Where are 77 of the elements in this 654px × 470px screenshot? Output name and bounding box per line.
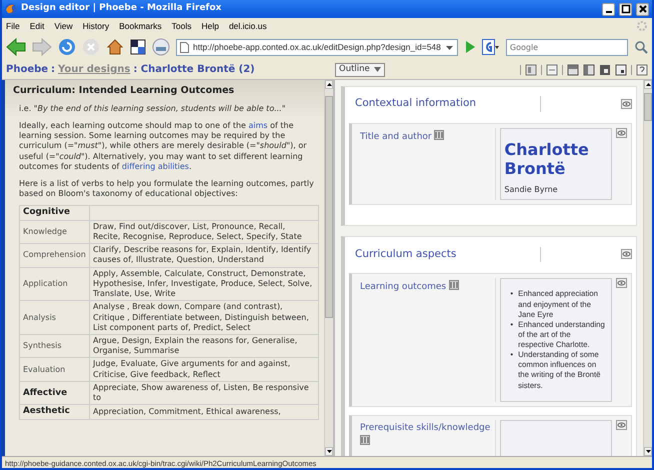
category-cell: Analysis — [20, 300, 90, 334]
scroll-thumb[interactable] — [325, 96, 333, 318]
reload-icon[interactable] — [58, 38, 76, 56]
category-cell: Affective — [20, 381, 90, 405]
verbs-intro: Here is a list of verbs to help you formulate the learning outcomes, partly based on Bloom's taxonomy of educational objectives: — [19, 178, 314, 200]
columns-icon[interactable] — [525, 64, 537, 76]
menu-item[interactable]: Tools — [172, 20, 192, 32]
side-panel-icon[interactable] — [583, 64, 595, 76]
verbs-cell: Appreciate, Show awareness of, Listen, Be responsive to — [90, 381, 318, 405]
category-cell: Aesthetic — [20, 404, 90, 420]
browser-logo-icon — [5, 3, 17, 15]
search-icon[interactable] — [634, 40, 648, 54]
caret-icon — [374, 67, 381, 72]
page-icon — [180, 42, 189, 52]
guidance-paragraph: Ideally, each learning outcome should map to one of the aims of the learning session. Some learning outcomes may be required by the curriculum (="must"), while others are merely desirable (="should"), or useful (="could"). Alternatively, you may want to set different learning outcomes for students of differing abilities. — [19, 120, 308, 173]
back-icon[interactable] — [6, 38, 26, 56]
top-panel-icon[interactable] — [567, 64, 579, 76]
help-icon[interactable] — [636, 64, 648, 76]
eye-icon[interactable] — [616, 420, 627, 430]
guidance-link[interactable]: aims — [248, 120, 268, 130]
verbs-cell: Judge, Evaluate, Give arguments for and against, Criticise, Give feedback, Reflect — [90, 358, 318, 382]
verbs-cell: Appreciation, Commitment, Ethical awareness, — [90, 404, 318, 420]
category-cell: Knowledge — [20, 220, 90, 244]
eye-icon[interactable] — [616, 128, 627, 138]
maximize-icon — [620, 4, 630, 14]
breadcrumb-separator: : — [51, 63, 56, 77]
search-engine-icon[interactable] — [482, 39, 500, 55]
category-cell: Synthesis — [20, 334, 90, 358]
menu-item[interactable]: Edit — [30, 20, 44, 32]
category-cell: Comprehension — [20, 244, 90, 268]
menu-item[interactable]: del.icio.us — [228, 20, 267, 32]
scroll-thumb[interactable] — [644, 92, 652, 122]
large-square-icon[interactable] — [599, 64, 611, 76]
search-field[interactable]: Google — [506, 38, 628, 56]
scroll-up-icon[interactable] — [326, 81, 333, 88]
minimize-icon — [606, 11, 612, 13]
small-square-icon[interactable] — [615, 64, 627, 76]
maximize-button[interactable] — [619, 2, 632, 16]
section-title: Curriculum aspects — [349, 246, 541, 262]
verbs-cell: Argue, Design, Explain the reasons for, Generalise, Organise, Summarise — [90, 334, 318, 358]
close-icon — [638, 4, 648, 14]
eye-icon[interactable] — [621, 249, 632, 260]
verbs-cell: Analyse , Break down, Compare (and contrast), Critique , Differentiate between, Distinguish between, List component parts of, Predict, Select — [90, 300, 318, 334]
item-label[interactable]: Prerequisite skills/knowledge — [360, 422, 490, 433]
address-field[interactable]: http://phoebe-app.conted.ox.ac.uk/editDesign.php?design_id=548 — [176, 38, 458, 56]
guidance-heading: Curriculum: Intended Learning Outcomes — [13, 84, 236, 98]
author-name: Sandie Byrne — [504, 184, 559, 196]
eye-icon[interactable] — [616, 278, 627, 288]
category-cell: Evaluation — [20, 358, 90, 382]
verbs-cell: Clarify, Describe reasons for, Explain, Identify, Identify causes of, Illustrate, Question, Understand — [90, 244, 318, 268]
menu-item[interactable]: Help — [201, 20, 219, 32]
menu-item[interactable]: View — [54, 20, 73, 32]
intro-text: i.e. "By the end of this learning session, students will be able to..." — [19, 104, 287, 115]
section-title: Contextual information — [349, 96, 541, 112]
window-title: Design editor | Phoebe - Mozilla Firefox — [21, 2, 222, 16]
throbber-icon — [636, 20, 648, 32]
category-cell: Application — [20, 267, 90, 301]
category-cell: Cognitive — [20, 206, 90, 220]
eye-icon[interactable] — [621, 99, 632, 109]
view-select[interactable]: Outline — [335, 62, 385, 76]
guidance-link[interactable]: differing abilities — [122, 162, 189, 172]
home-icon[interactable] — [106, 38, 124, 56]
menu-item[interactable]: File — [6, 20, 20, 32]
item-label[interactable]: Learning outcomes — [360, 282, 446, 292]
list-icon[interactable] — [546, 64, 558, 76]
verbs-cell: Apply, Assemble, Calculate, Construct, Demonstrate, Hypothesise, Infer, Investigate, Produce, Select, Solve, Translate, Use, Write — [90, 267, 318, 301]
scroll-up-icon[interactable] — [645, 81, 652, 88]
verbs-cell: Draw, Find out/discover, List, Pronounce, Recall, Recite, Recognise, Reproduce, Select, Specify, State — [90, 220, 318, 244]
menu-item[interactable]: Bookmarks — [119, 20, 162, 32]
app-name: Phoebe — [6, 63, 48, 77]
menu-item[interactable]: History — [82, 20, 110, 32]
window-icon[interactable] — [130, 39, 146, 55]
minimize-button[interactable] — [602, 2, 615, 16]
design-title: : Charlotte Brontë (2) — [133, 63, 255, 77]
close-button[interactable] — [636, 2, 649, 16]
item-label[interactable]: Title and author — [360, 132, 432, 142]
content-heading: Charlotte Brontë — [504, 140, 590, 178]
